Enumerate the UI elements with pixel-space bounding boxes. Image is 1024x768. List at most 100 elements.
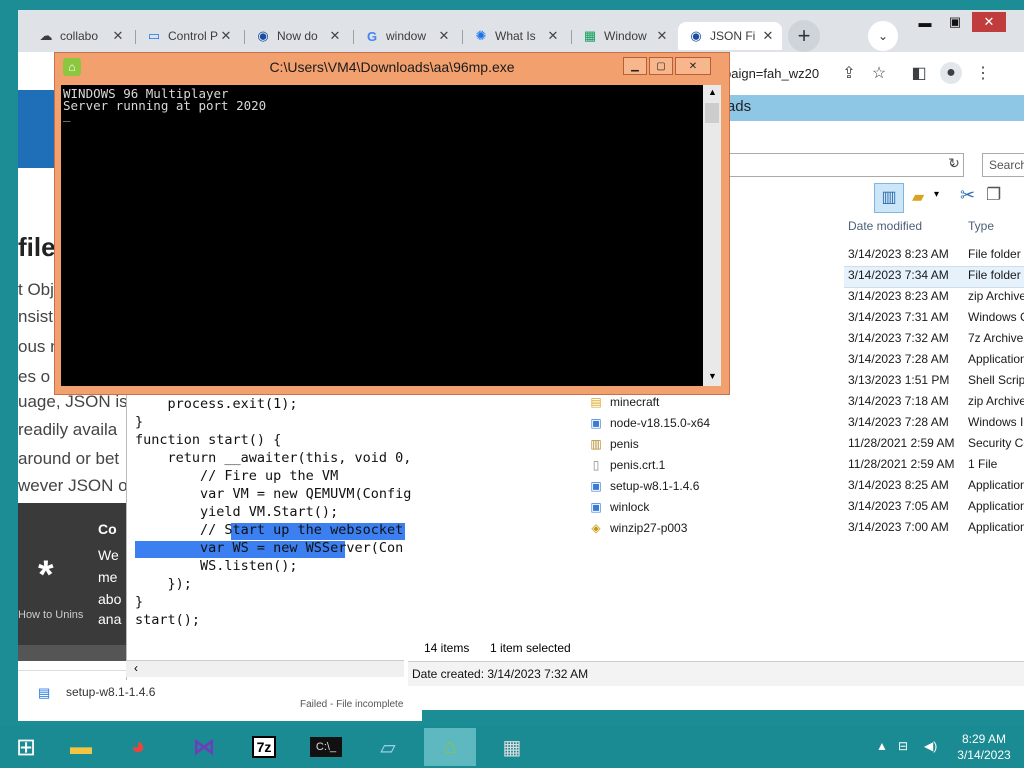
minimize-button[interactable]: ▁ xyxy=(623,57,647,75)
promo-card[interactable]: Co We me abo ana * How to Unins xyxy=(18,503,138,645)
tab-window-search[interactable]: G window ✕ xyxy=(354,22,458,50)
taskbar-monitor[interactable]: ▦ xyxy=(486,728,538,766)
taskbar-notepad[interactable]: ▱ xyxy=(362,728,414,766)
google-icon: G xyxy=(366,28,378,44)
cut-icon[interactable]: ✂ xyxy=(960,185,975,206)
address-bar[interactable]: paign=fah_wz20 xyxy=(724,66,819,81)
globe-icon: ✺ xyxy=(475,28,487,43)
code-line: return __awaiter(this, void 0, xyxy=(135,450,412,466)
file-row[interactable]: ▣ winlock 3/14/2023 7:05 AM Application xyxy=(404,496,1024,517)
file-name: winzip27-p003 xyxy=(610,520,688,535)
zip-icon: ▤ xyxy=(590,394,602,409)
tab-label: collabo xyxy=(60,29,99,43)
scroll-thumb[interactable] xyxy=(705,103,719,123)
code-editor[interactable]: process.exit(1); } function start() { re… xyxy=(126,390,411,680)
close-icon[interactable]: ✕ xyxy=(327,28,343,44)
taskbar-terminal[interactable]: C:\_ xyxy=(300,728,352,766)
download-item-name[interactable]: setup-w8.1-1.4.6.exe xyxy=(66,685,156,699)
file-date: 3/13/2023 1:51 PM xyxy=(848,373,950,387)
taskbar-chrome[interactable]: ◕ xyxy=(112,728,164,766)
taskbar-explorer[interactable]: ▬ xyxy=(55,728,107,766)
file-name: setup-w8.1-1.4.6 xyxy=(610,478,700,493)
close-icon[interactable]: ✕ xyxy=(760,28,776,44)
taskbar-7zip[interactable]: 7z xyxy=(238,728,290,766)
tab-now-do[interactable]: ◉ Now do ✕ xyxy=(245,22,349,50)
page-text: readily availa xyxy=(18,420,118,439)
close-icon[interactable]: ✕ xyxy=(110,28,126,44)
chevron-up-icon[interactable]: ▲ xyxy=(708,87,717,97)
close-icon[interactable]: ✕ xyxy=(218,28,234,44)
close-window-button[interactable]: ✕ xyxy=(972,12,1006,32)
address-field[interactable]: ⌄ xyxy=(724,153,964,177)
file-row[interactable]: ▯ penis.crt.1 11/28/2021 2:59 AM 1 File xyxy=(404,454,1024,475)
share-icon[interactable]: ⇪ xyxy=(838,62,860,84)
file-row[interactable]: ▥ penis 11/28/2021 2:59 AM Security Ce xyxy=(404,433,1024,454)
asterisk-icon: * xyxy=(38,553,54,597)
file-row[interactable]: ◈ winzip27-p003 3/14/2023 7:00 AM Applicat… xyxy=(404,517,1024,538)
start-button[interactable]: ⊞ xyxy=(0,728,52,766)
refresh-icon[interactable]: ↻ xyxy=(944,155,964,173)
taskbar-visual-studio[interactable]: ⋈ xyxy=(178,728,230,766)
file-row[interactable]: ▣ node-v18.15.0-x64 3/14/2023 7:28 AM Wind… xyxy=(404,412,1024,433)
download-status: Failed - File incomplete xyxy=(300,699,404,710)
tab-label: What Is xyxy=(495,29,536,43)
page-strip xyxy=(18,645,138,661)
close-icon[interactable]: ✕ xyxy=(436,28,452,44)
winzip-icon: ◈ xyxy=(591,520,601,535)
minimize-button[interactable]: ▬ xyxy=(910,12,940,32)
search-input[interactable]: Search xyxy=(982,153,1024,177)
folder-check-icon[interactable]: ▰ xyxy=(912,187,924,207)
item-count: 14 items xyxy=(424,641,470,655)
maximize-button[interactable]: ▣ xyxy=(940,12,970,32)
new-tab-button[interactable]: + xyxy=(788,20,820,52)
close-window-button[interactable]: ✕ xyxy=(675,57,711,75)
close-icon[interactable]: ✕ xyxy=(654,28,670,44)
view-pane-icon[interactable]: ▥ xyxy=(874,183,904,213)
triangle-icon: ◉ xyxy=(257,28,269,43)
horizontal-scrollbar[interactable]: ‹ xyxy=(126,660,404,677)
code-line: } xyxy=(135,414,144,430)
file-icon: ▯ xyxy=(592,457,600,472)
chevron-down-icon[interactable]: ▼ xyxy=(708,371,717,381)
installer-icon: ▣ xyxy=(590,415,602,430)
chevron-left-icon[interactable]: ‹ xyxy=(134,661,138,675)
maximize-button[interactable]: ▢ xyxy=(649,57,673,75)
tab-what-is[interactable]: ✺ What Is ✕ xyxy=(463,22,567,50)
file-date: 3/14/2023 8:23 AM xyxy=(848,289,949,303)
status-bar: 14 items 1 item selected xyxy=(404,635,1024,661)
tab-search-button[interactable]: ⌄ xyxy=(868,21,898,51)
chevron-down-icon[interactable]: ▾ xyxy=(934,189,939,200)
profile-icon[interactable]: ● xyxy=(940,62,962,84)
code-line: // Start up the websocket xyxy=(135,522,404,538)
tab-windows-sheet[interactable]: ▦ Window ✕ xyxy=(572,22,676,50)
console-output[interactable]: WINDOWS 96 Multiplayer Server running at… xyxy=(61,85,703,386)
page-text: t Obj xyxy=(18,280,54,299)
sidepanel-icon[interactable]: ◧ xyxy=(908,62,930,84)
column-date-modified[interactable]: Date modified xyxy=(848,219,922,233)
close-icon[interactable]: ✕ xyxy=(545,28,561,44)
copy-icon[interactable]: ❐ xyxy=(986,185,1001,205)
page-text: nsisti xyxy=(18,307,57,326)
windows-icon: ⊞ xyxy=(15,733,37,761)
menu-icon[interactable]: ⋮ xyxy=(972,62,994,84)
network-icon[interactable]: ⊟ xyxy=(898,739,908,753)
chevron-up-icon[interactable]: ▲ xyxy=(876,739,888,753)
file-row[interactable]: ▣ setup-w8.1-1.4.6 3/14/2023 8:25 AM Appli… xyxy=(404,475,1024,496)
tab-collabo[interactable]: ☁ collabo ✕ xyxy=(28,22,132,50)
clock-time: 8:29 AM xyxy=(961,732,1007,746)
console-titlebar[interactable]: ⌂ C:\Users\VM4\Downloads\aa\96mp.exe ▁ ▢… xyxy=(55,53,729,83)
file-name: penis.crt.1 xyxy=(610,457,666,472)
system-clock[interactable]: 8:29 AM 3/14/2023 xyxy=(948,731,1020,763)
volume-icon[interactable]: ◀) xyxy=(924,739,937,753)
tab-control-panel[interactable]: ▭ Control P ✕ xyxy=(136,22,240,50)
column-type[interactable]: Type xyxy=(968,219,994,233)
code-line: }); xyxy=(135,576,192,592)
clock-date: 3/14/2023 xyxy=(957,748,1011,762)
file-type: File folder xyxy=(968,268,1021,282)
file-date: 3/14/2023 7:05 AM xyxy=(848,499,949,513)
taskbar-96mp[interactable]: ⌂ xyxy=(424,728,476,766)
console-window[interactable]: ⌂ C:\Users\VM4\Downloads\aa\96mp.exe ▁ ▢… xyxy=(54,52,730,395)
vertical-scrollbar[interactable]: ▲ ▼ xyxy=(703,85,721,386)
tab-json-file[interactable]: ◉ JSON Fi ✕ xyxy=(678,22,782,50)
star-icon[interactable]: ☆ xyxy=(868,62,890,84)
